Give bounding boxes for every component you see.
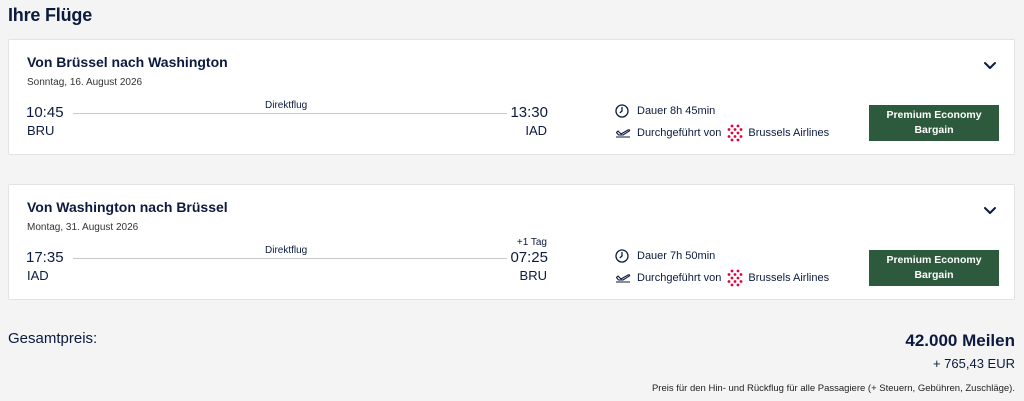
duration-row: Dauer 8h 45min bbox=[615, 104, 715, 118]
fare-class: Premium Economy bbox=[886, 254, 982, 266]
clock-icon bbox=[615, 249, 631, 263]
plane-icon bbox=[615, 126, 631, 140]
duration-row: Dauer 7h 50min bbox=[615, 249, 715, 263]
total-eur: + 765,43 EUR bbox=[932, 356, 1015, 371]
fare-class: Premium Economy bbox=[886, 109, 982, 121]
chevron-down-icon[interactable] bbox=[982, 202, 998, 218]
fare-type: Bargain bbox=[914, 269, 954, 281]
chevron-down-icon[interactable] bbox=[982, 57, 998, 73]
next-day-indicator: +1 Tag bbox=[516, 237, 547, 248]
departure-airport-code: BRU bbox=[27, 123, 55, 138]
plane-icon bbox=[615, 271, 631, 285]
flight-card-outbound[interactable]: Von Brüssel nach Washington Sonntag, 16.… bbox=[8, 39, 1015, 155]
departure-time: 17:35 bbox=[26, 249, 64, 266]
operated-by-row: Durchgeführt von Brussels Airlines bbox=[615, 124, 829, 142]
fare-type: Bargain bbox=[914, 124, 954, 136]
departure-time: 10:45 bbox=[26, 104, 64, 121]
arrival-airport-code: IAD bbox=[525, 123, 547, 138]
operated-by-row: Durchgeführt von Brussels Airlines bbox=[615, 269, 829, 287]
route-title: Von Washington nach Brüssel bbox=[27, 199, 228, 215]
operated-by-label: Durchgeführt von bbox=[637, 127, 722, 139]
total-miles: 42.000 Meilen bbox=[905, 331, 1015, 350]
fare-badge: Premium Economy Bargain bbox=[869, 250, 999, 286]
airline-name: Brussels Airlines bbox=[748, 272, 830, 284]
page-title: Ihre Flüge bbox=[8, 5, 93, 25]
operated-by-label: Durchgeführt von bbox=[637, 272, 722, 284]
total-price-label: Gesamtpreis: bbox=[8, 330, 98, 347]
flight-date: Sonntag, 16. August 2026 bbox=[27, 77, 143, 88]
flight-path-line bbox=[73, 258, 507, 259]
route-title: Von Brüssel nach Washington bbox=[27, 54, 228, 70]
arrival-time: 07:25 bbox=[510, 249, 548, 266]
brussels-airlines-logo bbox=[726, 124, 744, 142]
brussels-airlines-logo bbox=[726, 269, 744, 287]
flight-card-return[interactable]: Von Washington nach Brüssel Montag, 31. … bbox=[8, 184, 1015, 300]
departure-airport-code: IAD bbox=[27, 268, 49, 283]
fare-badge: Premium Economy Bargain bbox=[869, 105, 999, 141]
arrival-time: 13:30 bbox=[510, 104, 548, 121]
flight-path-line bbox=[73, 113, 507, 114]
airline-name: Brussels Airlines bbox=[748, 127, 830, 139]
duration-text: Dauer 7h 50min bbox=[637, 250, 716, 262]
duration-text: Dauer 8h 45min bbox=[637, 105, 716, 117]
price-note: Preis für den Hin- und Rückflug für alle… bbox=[651, 383, 1015, 394]
flight-date: Montag, 31. August 2026 bbox=[27, 222, 139, 233]
clock-icon bbox=[615, 104, 631, 118]
arrival-airport-code: BRU bbox=[519, 268, 547, 283]
stops-label: Direktflug bbox=[265, 100, 308, 111]
stops-label: Direktflug bbox=[265, 245, 308, 256]
